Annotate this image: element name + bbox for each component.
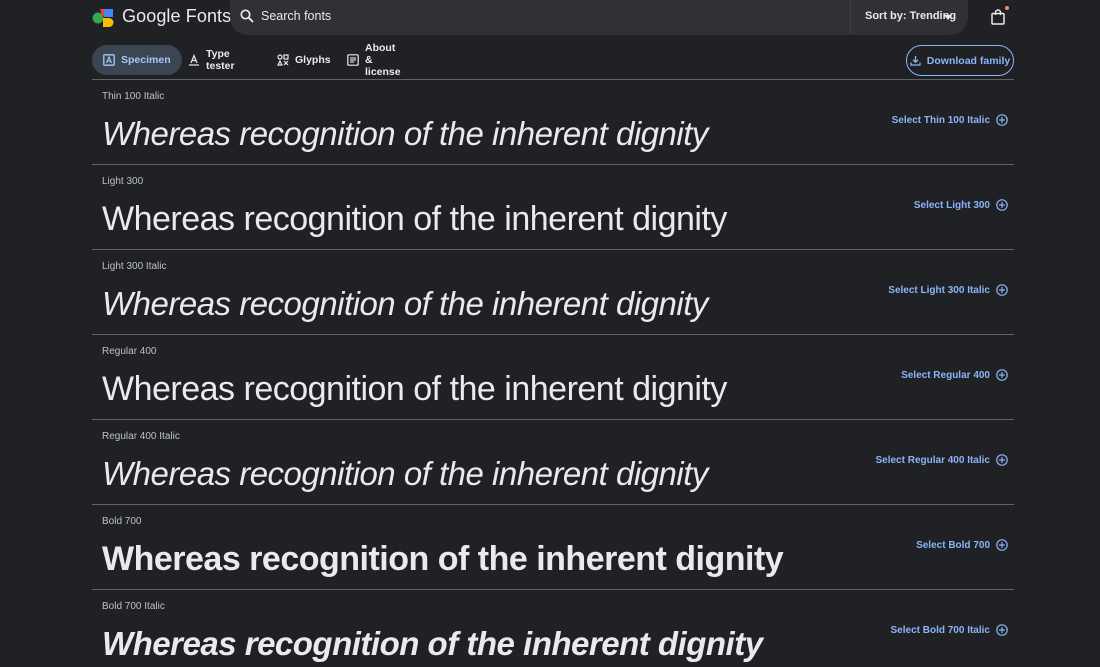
style-row-bold-700-italic: Bold 700 Italic Whereas recognition of t…	[92, 589, 1014, 667]
top-bar: Google Fonts Search fonts Sort by: Trend…	[0, 0, 1100, 35]
style-row-bold-700: Bold 700 Whereas recognition of the inhe…	[92, 504, 1014, 589]
style-label: Bold 700	[102, 516, 142, 527]
tab-type-tester[interactable]: Type tester	[177, 45, 246, 75]
style-sample-text: Whereas recognition of the inherent dign…	[102, 200, 727, 238]
specimen-icon	[103, 54, 115, 66]
tab-label: Specimen	[121, 54, 171, 66]
style-row-thin-100-italic: Thin 100 Italic Whereas recognition of t…	[92, 79, 1014, 164]
style-sample-text: Whereas recognition of the inherent dign…	[102, 540, 784, 578]
shopping-bag-icon[interactable]	[991, 9, 1005, 25]
style-sample-text: Whereas recognition of the inherent dign…	[102, 455, 708, 492]
style-row-light-300-italic: Light 300 Italic Whereas recognition of …	[92, 249, 1014, 334]
select-style-label: Select Bold 700 Italic	[890, 624, 991, 636]
styles-list: Thin 100 Italic Whereas recognition of t…	[92, 79, 1014, 667]
select-style-button[interactable]: Select Regular 400 Italic	[875, 454, 1008, 466]
add-circle-icon	[996, 114, 1008, 126]
add-circle-icon	[996, 199, 1008, 211]
tab-label: Glyphs	[295, 54, 331, 66]
style-sample-text: Whereas recognition of the inherent dign…	[102, 370, 727, 408]
select-style-label: Select Light 300 Italic	[888, 284, 990, 296]
style-row-light-300: Light 300 Whereas recognition of the inh…	[92, 164, 1014, 249]
style-sample-text: Whereas recognition of the inherent dign…	[102, 285, 708, 322]
tab-specimen[interactable]: Specimen	[92, 45, 182, 75]
tab-about-license[interactable]: About & license	[336, 42, 412, 78]
sort-dropdown[interactable]: Sort by: Trending	[865, 10, 956, 22]
search-bar[interactable]	[230, 0, 968, 35]
download-family-button[interactable]: Download family	[906, 45, 1014, 76]
add-circle-icon	[996, 284, 1008, 296]
tab-label: Type tester	[206, 48, 235, 72]
style-label: Thin 100 Italic	[102, 91, 165, 102]
notification-dot	[1005, 6, 1009, 10]
download-icon	[910, 56, 921, 66]
add-circle-icon	[996, 624, 1008, 636]
glyphs-icon	[277, 54, 289, 66]
select-style-button[interactable]: Select Light 300 Italic	[888, 284, 1008, 296]
google-fonts-logo[interactable]	[92, 7, 114, 27]
select-style-label: Select Thin 100 Italic	[891, 114, 990, 126]
style-sample-text: Whereas recognition of the inherent dign…	[102, 115, 708, 152]
select-style-button[interactable]: Select Bold 700 Italic	[891, 624, 1009, 636]
select-style-label: Select Light 300	[913, 199, 990, 211]
about-icon	[347, 54, 359, 66]
style-row-regular-400: Regular 400 Whereas recognition of the i…	[92, 334, 1014, 419]
select-style-button[interactable]: Select Thin 100 Italic	[892, 114, 1008, 126]
search-icon[interactable]	[240, 9, 254, 23]
style-label: Regular 400 Italic	[102, 431, 180, 442]
brand-name[interactable]: Google Fonts	[122, 6, 231, 27]
select-style-label: Select Bold 700	[916, 539, 990, 551]
search-input[interactable]: Search fonts	[261, 9, 331, 23]
select-style-label: Select Regular 400 Italic	[875, 454, 990, 466]
style-label: Light 300 Italic	[102, 261, 167, 272]
style-label: Light 300	[102, 176, 144, 187]
style-row-regular-400-italic: Regular 400 Italic Whereas recognition o…	[92, 419, 1014, 504]
caret-down-icon[interactable]	[944, 15, 952, 20]
tab-glyphs[interactable]: Glyphs	[266, 45, 342, 75]
download-label: Download family	[926, 54, 1011, 67]
style-sample-text: Whereas recognition of the inherent dign…	[102, 625, 763, 662]
add-circle-icon	[996, 369, 1008, 381]
style-label: Bold 700 Italic	[102, 601, 165, 612]
select-style-button[interactable]: Select Light 300	[914, 199, 1008, 211]
style-label: Regular 400	[102, 346, 157, 357]
tab-label: About & license	[365, 42, 401, 78]
add-circle-icon	[996, 454, 1008, 466]
select-style-button[interactable]: Select Bold 700	[916, 539, 1008, 551]
select-style-label: Select Regular 400	[901, 369, 990, 381]
add-circle-icon	[996, 539, 1008, 551]
search-divider	[850, 0, 851, 34]
select-style-button[interactable]: Select Regular 400	[901, 369, 1008, 381]
type-tester-icon	[189, 54, 199, 66]
